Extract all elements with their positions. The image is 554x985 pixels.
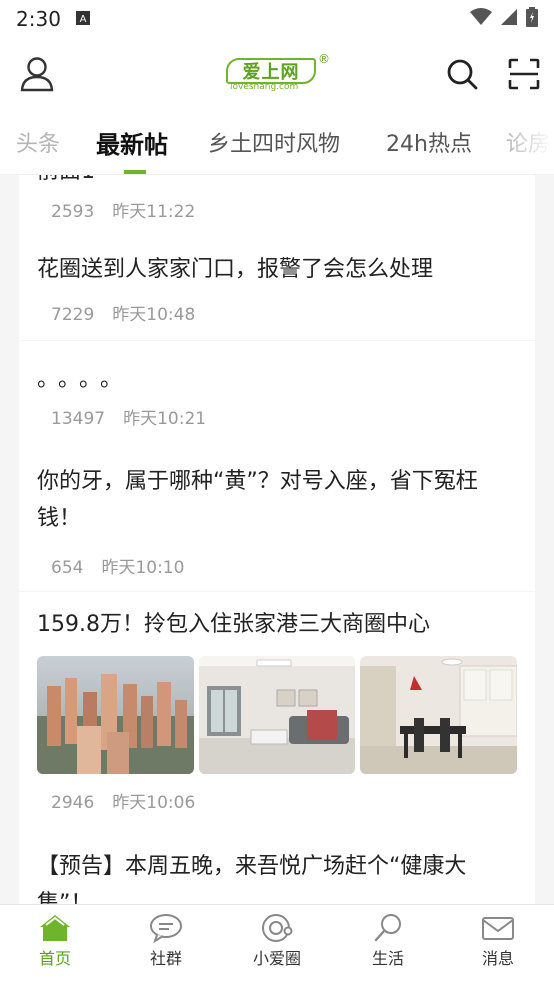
post-image-buildings[interactable] [37,656,194,774]
status-bar: 2:30 A [0,0,554,38]
nav-life[interactable]: 生活 [343,913,433,969]
home-icon [10,913,100,943]
status-time: 2:30 [16,7,61,31]
post-meta: 13497 昨天10:21 [51,404,224,429]
signal-icon [500,7,518,31]
post-feed[interactable]: 前面1 2593 昨天11:22 花圈送到人家家门口，报警了会怎么处理 7229 昨… [0,175,554,904]
post-title: 前面1 [37,175,517,190]
post-image-row [37,656,518,774]
notification-icon: A [75,7,91,31]
nav-community-label: 社群 [149,949,182,968]
post-title: 。。。。 [37,367,133,392]
circle-icon [232,913,322,943]
tab-24h-hot[interactable]: 24h热点 [386,126,472,158]
post-title: 花圈送到人家家门口，报警了会怎么处理 [37,257,434,282]
post-views: 654 [51,558,84,578]
post-card[interactable]: 。。。。 13497 昨天10:21 你的牙，属于哪种“黄”？对号入座，省下冤枉钱… [19,341,535,591]
post-card[interactable]: 159.8万！拎包入住张家港三大商圈中心 2946 昨天10:06 【预告】本周… [19,592,535,904]
scan-icon[interactable] [508,58,540,94]
tab-headlines[interactable]: 头条 [16,126,60,158]
nav-community[interactable]: 社群 [121,913,211,969]
logo-text: 爱上网 [226,58,316,84]
logo-registered-mark: ® [318,52,330,66]
tabs-fade [504,110,554,174]
app-logo: 爱上网 ® loveshang.com [226,52,330,94]
post-meta: 2946 昨天10:06 [51,788,213,813]
post-meta: 2593 昨天11:22 [51,197,213,222]
post-views: 13497 [51,409,106,429]
battery-icon [526,6,538,32]
post-card[interactable]: 前面1 2593 昨天11:22 花圈送到人家家门口，报警了会怎么处理 7229 昨… [19,175,535,340]
post-title: 你的牙，属于哪种“黄”？对号入座，省下冤枉钱！ [37,469,478,531]
tab-local-seasons[interactable]: 乡土四时风物 [208,126,340,158]
magnifier-icon [343,913,433,943]
nav-circle-label: 小爱圈 [252,949,301,968]
post-title: 【预告】本周五晚，来吾悦广场赶个“健康大集”！ [37,854,467,904]
post-meta: 7229 昨天10:48 [51,300,213,325]
post-time: 昨天11:22 [112,202,196,222]
post-views: 2593 [51,202,95,222]
post-time: 昨天10:21 [123,409,207,429]
post-time: 昨天10:48 [112,305,196,325]
nav-circle[interactable]: 小爱圈 [232,913,322,969]
nav-life-label: 生活 [371,949,404,968]
post-time: 昨天10:06 [112,793,196,813]
bottom-nav: 首页 社群 小爱圈 生活 消息 [0,904,554,985]
post-image-dining-room[interactable] [360,656,518,774]
active-tab-indicator [124,170,146,174]
nav-home[interactable]: 首页 [10,913,100,969]
post-views: 7229 [51,305,95,325]
chat-bubble-icon [121,913,211,943]
post-image-living-room[interactable] [198,656,356,774]
tab-latest-posts[interactable]: 最新帖 [96,125,168,160]
profile-icon[interactable] [20,56,54,96]
svg-text:A: A [80,14,87,25]
post-time: 昨天10:10 [101,558,185,578]
nav-messages[interactable]: 消息 [453,913,543,969]
logo-url: loveshang.com [230,82,299,92]
category-tabs: 头条 最新帖 乡土四时风物 24h热点 论房 [0,110,554,175]
envelope-icon [453,913,543,943]
nav-messages-label: 消息 [481,949,514,968]
search-icon[interactable] [446,58,478,94]
post-title: 159.8万！拎包入住张家港三大商圈中心 [37,612,430,637]
app-header: 爱上网 ® loveshang.com [0,38,554,110]
post-views: 2946 [51,793,95,813]
wifi-icon [470,7,492,31]
nav-home-label: 首页 [38,949,71,968]
post-meta: 654 昨天10:10 [51,553,202,578]
